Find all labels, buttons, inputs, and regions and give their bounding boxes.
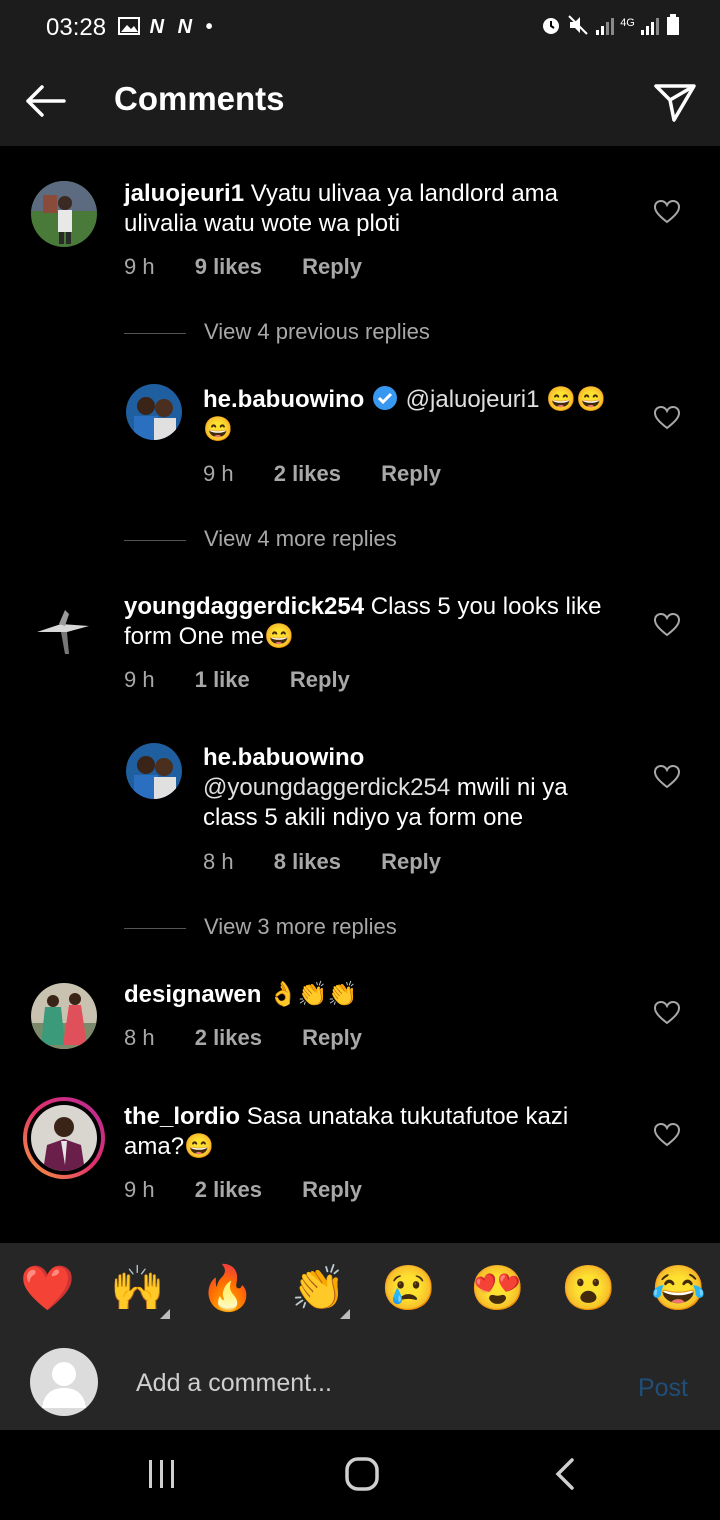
view-more-replies[interactable]: View 4 more replies (124, 526, 397, 552)
avatar-designawen[interactable] (31, 983, 97, 1049)
comment-body: 👌👏👏 (268, 981, 358, 1008)
comment-time: 9 h (124, 667, 155, 692)
network-type: 4G (620, 17, 635, 29)
comment-time: 8 h (124, 1025, 155, 1050)
view-more-label[interactable]: View 4 more replies (204, 526, 397, 551)
status-bar: 03:28 N N • 4G (0, 0, 720, 56)
divider (124, 539, 186, 541)
reply-button[interactable]: Reply (302, 1025, 362, 1050)
comment-mention[interactable]: @youngdaggerdick254 (203, 774, 450, 801)
comment-text-1: jaluojeuri1 Vyatu ulivaa ya landlord ama… (124, 179, 624, 239)
comment-text-3: youngdaggerdick254 Class 5 you looks lik… (124, 592, 634, 652)
current-user-avatar (30, 1348, 98, 1416)
emoji-crying[interactable]: 😢 (381, 1265, 436, 1313)
back-arrow-icon[interactable] (22, 78, 68, 124)
emoji-clapping[interactable]: 👏 (291, 1265, 346, 1313)
back-nav-icon[interactable] (548, 1456, 584, 1492)
reply-button[interactable]: Reply (302, 1177, 362, 1202)
comment-mention[interactable]: @jaluojeuri1 (406, 386, 540, 413)
status-system-icons: 4G (540, 14, 681, 38)
comment-username[interactable]: he.babuowino (203, 386, 364, 413)
comment-likes[interactable]: 2 likes (274, 461, 341, 486)
comment-username[interactable]: youngdaggerdick254 (124, 593, 364, 620)
comment-text-4: he.babuowino @youngdaggerdick254 mwili n… (203, 743, 623, 833)
notification-n-icons: N N (149, 16, 197, 38)
mute-icon (568, 15, 588, 35)
status-time: 03:28 (46, 14, 107, 41)
view-more-replies[interactable]: View 3 more replies (124, 914, 397, 940)
home-icon[interactable] (343, 1455, 381, 1493)
comment-time: 9 h (124, 1177, 155, 1202)
comment-text-2: he.babuowino @jaluojeuri1 😄😄😄 (203, 384, 623, 445)
comment-likes[interactable]: 9 likes (195, 254, 262, 279)
comment-username[interactable]: designawen (124, 981, 261, 1008)
emoji-variant-indicator (340, 1309, 350, 1319)
like-heart-icon[interactable] (654, 1001, 680, 1025)
recent-apps-icon[interactable] (144, 1456, 180, 1492)
reply-button[interactable]: Reply (381, 461, 441, 486)
avatar-jaluojeuri1[interactable] (31, 181, 97, 247)
avatar-he-babuowino[interactable] (126, 384, 182, 440)
signal-icon-2 (641, 18, 660, 35)
comment-meta-1: 9 h 9 likes Reply (124, 254, 396, 280)
emoji-heart-eyes[interactable]: 😍 (470, 1265, 525, 1313)
avatar-he-babuowino[interactable] (126, 743, 182, 799)
comment-likes[interactable]: 2 likes (195, 1177, 262, 1202)
comment-likes[interactable]: 8 likes (274, 849, 341, 874)
comment-username[interactable]: the_lordio (124, 1103, 240, 1130)
emoji-surprised[interactable]: 😮 (561, 1265, 616, 1313)
emoji-raising-hands[interactable]: 🙌 (110, 1265, 165, 1313)
emoji-laughing[interactable]: 😂 (651, 1265, 706, 1313)
comment-username[interactable]: jaluojeuri1 (124, 180, 244, 207)
comment-text-5: designawen 👌👏👏 (124, 980, 624, 1010)
battery-icon (667, 14, 679, 35)
reply-button[interactable]: Reply (381, 849, 441, 874)
verified-badge-icon (373, 386, 397, 410)
like-heart-icon[interactable] (654, 765, 680, 789)
comment-text-6: the_lordio Sasa unataka tukutafutoe kazi… (124, 1102, 624, 1162)
status-notification-icons: N N • (118, 16, 217, 39)
alarm-icon (542, 18, 559, 34)
comment-meta-3: 9 h 1 like Reply (124, 667, 384, 693)
comment-time: 9 h (124, 254, 155, 279)
comment-time: 9 h (203, 461, 234, 486)
signal-icon (595, 18, 614, 35)
comment-time: 8 h (203, 849, 234, 874)
comment-input[interactable]: Add a comment... (136, 1369, 332, 1398)
page-title: Comments (114, 80, 285, 117)
divider (124, 332, 186, 334)
comment-likes[interactable]: 2 likes (195, 1025, 262, 1050)
reply-button[interactable]: Reply (302, 254, 362, 279)
view-more-label[interactable]: View 3 more replies (204, 914, 397, 939)
like-heart-icon[interactable] (654, 1123, 680, 1147)
comment-meta-4: 8 h 8 likes Reply (203, 849, 475, 875)
reply-button[interactable]: Reply (290, 667, 350, 692)
comment-likes[interactable]: 1 like (195, 667, 250, 692)
send-direct-icon[interactable] (652, 78, 698, 124)
post-button[interactable]: Post (638, 1374, 688, 1403)
gallery-icon (118, 17, 140, 35)
emoji-variant-indicator (160, 1309, 170, 1319)
comment-input-bar: Add a comment... Post (0, 1338, 720, 1430)
like-heart-icon[interactable] (654, 406, 680, 430)
comment-meta-6: 9 h 2 likes Reply (124, 1177, 396, 1203)
divider (124, 927, 186, 929)
emoji-heart[interactable]: ❤️ (20, 1265, 75, 1313)
dot-icon: • (205, 16, 217, 38)
like-heart-icon[interactable] (654, 613, 680, 637)
like-heart-icon[interactable] (654, 200, 680, 224)
emoji-fire[interactable]: 🔥 (200, 1265, 255, 1313)
comment-meta-2: 9 h 2 likes Reply (203, 461, 475, 487)
emoji-reaction-bar: ❤️ 🙌 🔥 👏 😢 😍 😮 😂 (0, 1243, 720, 1338)
view-previous-label[interactable]: View 4 previous replies (204, 319, 430, 344)
comments-header: Comments (0, 56, 720, 146)
view-previous-replies[interactable]: View 4 previous replies (124, 319, 430, 345)
comment-meta-5: 8 h 2 likes Reply (124, 1025, 396, 1051)
avatar-youngdaggerdick254[interactable] (31, 596, 97, 662)
avatar-the-lordio[interactable] (31, 1105, 97, 1171)
system-nav-bar (0, 1430, 720, 1520)
comment-username[interactable]: he.babuowino (203, 744, 364, 771)
